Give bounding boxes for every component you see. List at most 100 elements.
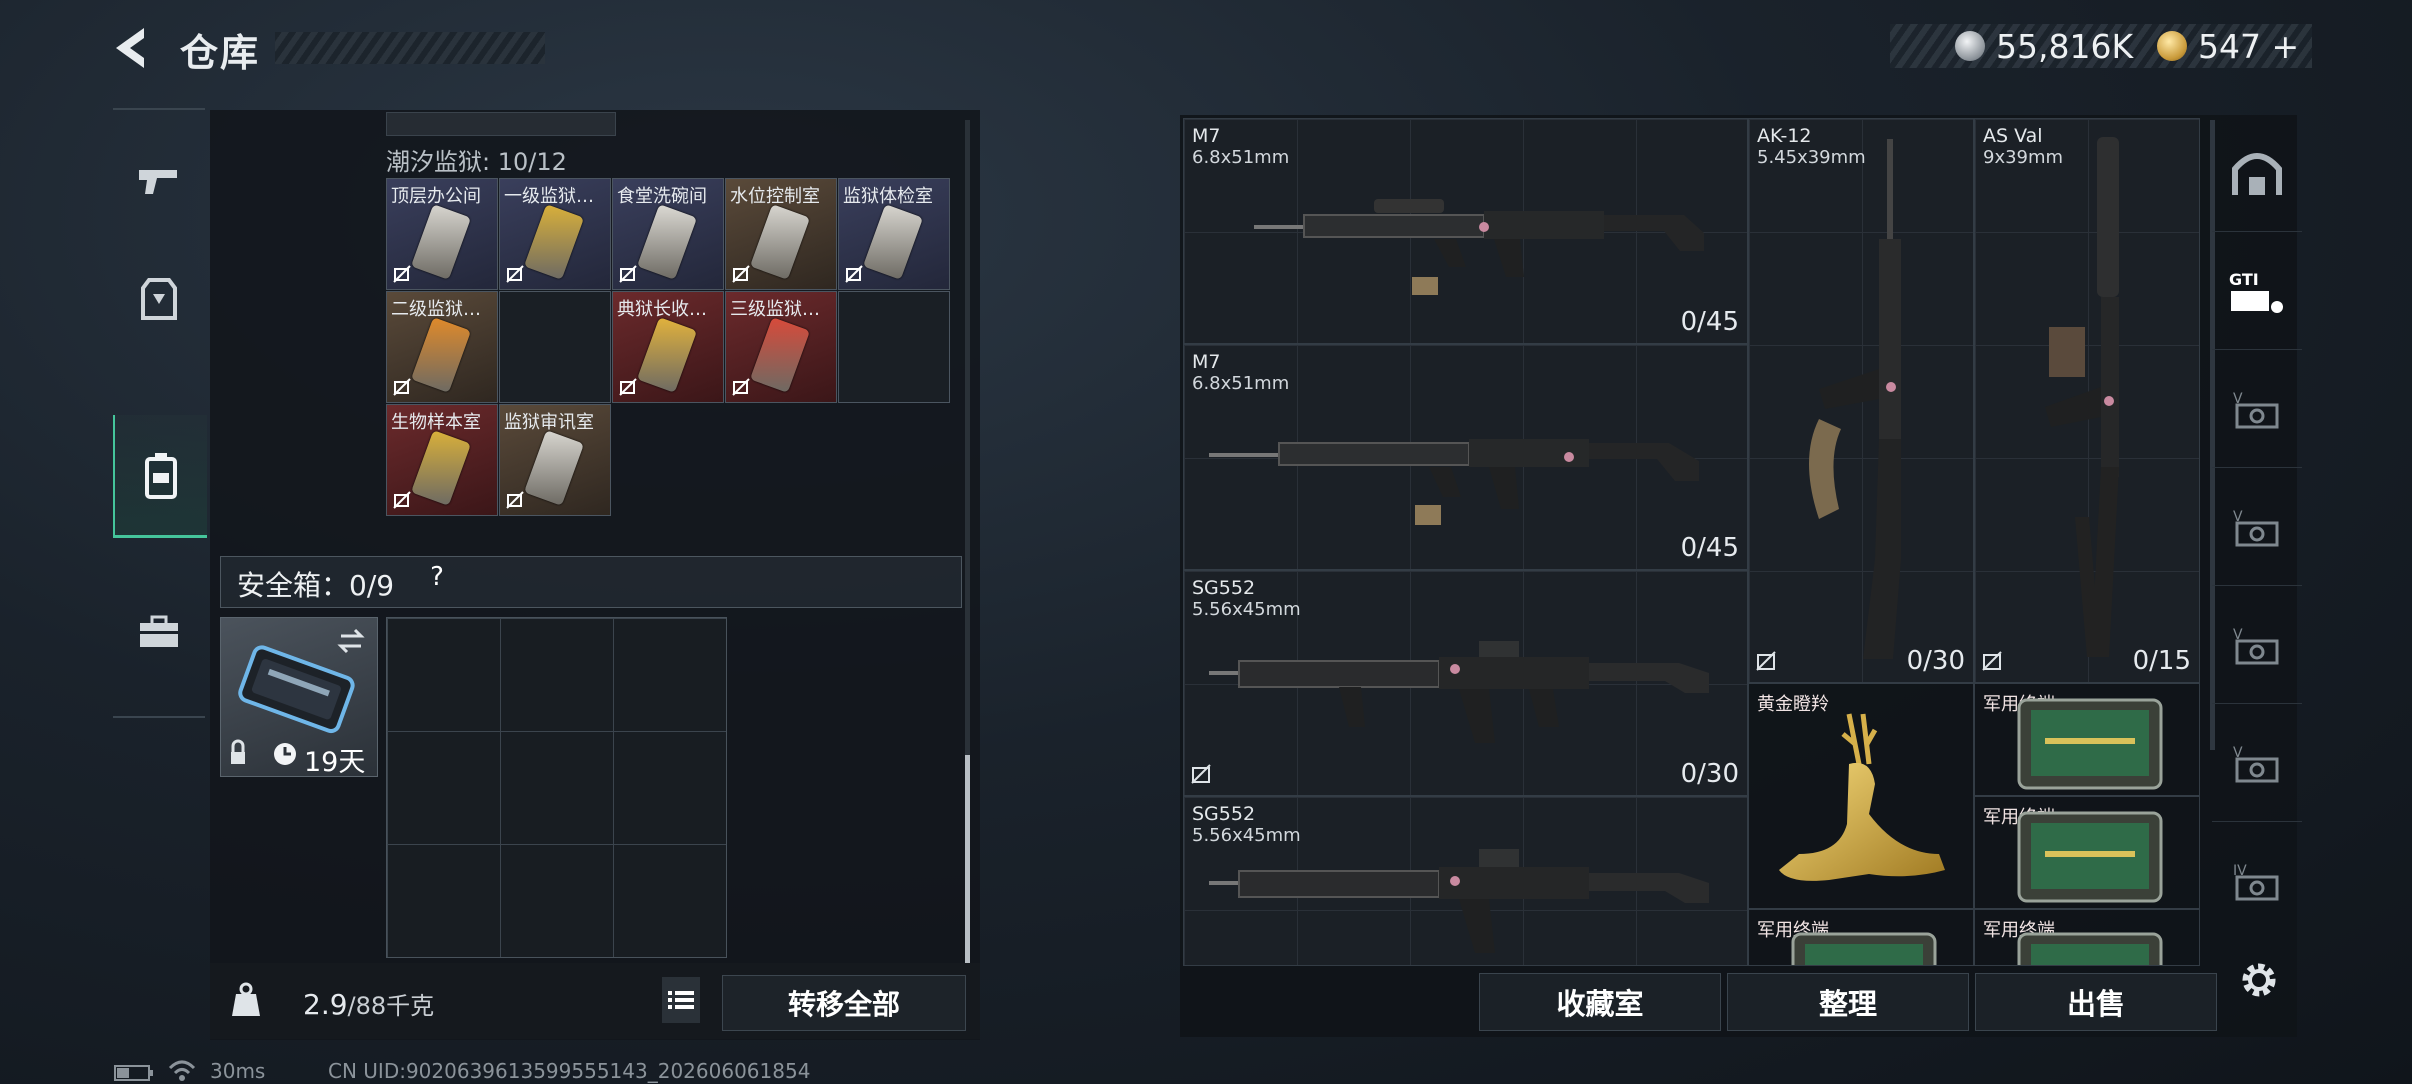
safe-case-duration: 19天: [304, 747, 366, 778]
lock-off-icon: [506, 491, 524, 509]
lock-off-icon: [393, 265, 411, 283]
keycard-slot[interactable]: 生物样本室: [386, 404, 498, 516]
list-view-button[interactable]: [662, 977, 700, 1023]
keycard-name: 二级监狱…: [391, 299, 481, 320]
keycard-slot[interactable]: 监狱审讯室: [499, 404, 611, 516]
gold-add-button[interactable]: +: [2272, 27, 2300, 66]
nav-armor[interactable]: [113, 240, 205, 360]
weapon-name: M7: [1192, 125, 1221, 147]
tier-v-icon: V: [2233, 391, 2279, 429]
keycard-image: [636, 204, 698, 280]
weapon-cell[interactable]: SG552 5.56x45mm 0/30: [1183, 570, 1748, 796]
safebox-label: 安全箱：0/9: [237, 569, 395, 602]
rifle-sg552-image: [1209, 849, 1709, 953]
weight-value: 2.9/88千克: [303, 986, 434, 1021]
side-tab-tier-v-1[interactable]: V: [2212, 351, 2302, 468]
weapon-cell[interactable]: AS Val 9x39mm 0/15: [1974, 118, 2200, 683]
military-terminal-image: [2017, 698, 2163, 790]
title-decoration: [275, 32, 545, 64]
tier-v-icon: V: [2233, 627, 2279, 665]
wifi-icon: [168, 1060, 196, 1081]
keycard-slot[interactable]: 典狱长收…: [612, 291, 724, 403]
lock-off-icon: [393, 491, 411, 509]
treasure-cell[interactable]: 黄金瞪羚: [1748, 683, 1974, 909]
military-terminal-image: [2017, 932, 2163, 965]
collection-room-button[interactable]: 收藏室: [1479, 973, 1721, 1031]
empty-slot[interactable]: [838, 291, 950, 403]
stash-scroll-thumb[interactable]: [965, 755, 970, 965]
weapon-cell[interactable]: AK-12 5.45x39mm 0/30: [1748, 118, 1974, 683]
keycard-name: 水位控制室: [730, 186, 820, 207]
collection-room-icon: [2232, 153, 2282, 195]
weapon-cell[interactable]: M7 6.8x51mm 0/45: [1183, 118, 1748, 344]
nav-backpack[interactable]: [113, 415, 207, 538]
keycard-image: [410, 317, 472, 393]
region-label: 潮汐监狱: 10/12: [386, 148, 567, 176]
weapon-cell[interactable]: SG552 5.56x45mm: [1183, 796, 1748, 966]
side-tab-tier-v-4[interactable]: V: [2212, 705, 2302, 822]
nav-tools[interactable]: [113, 572, 205, 692]
keycard-name: 监狱体检室: [843, 186, 933, 207]
organize-button[interactable]: 整理: [1727, 973, 1969, 1031]
keycard-slot[interactable]: 顶层办公间: [386, 178, 498, 290]
keycard-slot[interactable]: 一级监狱…: [499, 178, 611, 290]
back-button[interactable]: [108, 22, 158, 74]
tier-v-icon: V: [2233, 745, 2279, 783]
pistol-icon: [139, 170, 177, 194]
lock-off-icon: [732, 265, 750, 283]
gold-amount-value: 547: [2198, 27, 2261, 66]
weapon-name: M7: [1192, 351, 1221, 373]
safebox-help-button[interactable]: ?: [422, 562, 452, 596]
side-tabs: GTI V V V V IV: [2212, 115, 2302, 965]
page-title: 仓库: [180, 31, 261, 75]
swap-icon: [337, 628, 365, 654]
backpack-icon: [145, 453, 177, 499]
keycard-name: 监狱审讯室: [504, 412, 594, 433]
weapon-cell[interactable]: M7 6.8x51mm 0/45: [1183, 344, 1748, 570]
user-uid: CN UID:9020639613599555143_202606061854: [328, 1059, 811, 1083]
gold-amount[interactable]: 547 +: [2198, 27, 2299, 66]
military-terminal-image: [2017, 811, 2163, 903]
keycard-slot[interactable]: 监狱体检室: [838, 178, 950, 290]
side-tab-tier-v-3[interactable]: V: [2212, 587, 2302, 704]
keycard-image: [749, 317, 811, 393]
partial-item-row: [386, 112, 616, 136]
keycard-name: 三级监狱…: [730, 299, 820, 320]
nav-weapons[interactable]: [113, 120, 205, 240]
keycard-slot[interactable]: 水位控制室: [725, 178, 837, 290]
weight-current: 2.9: [303, 988, 348, 1021]
keycard-slot[interactable]: 食堂洗碗间: [612, 178, 724, 290]
back-arrow-icon: [116, 28, 144, 68]
side-tab-gti[interactable]: GTI: [2212, 233, 2302, 350]
lock-off-icon: [732, 378, 750, 396]
transfer-all-button[interactable]: 转移全部: [722, 975, 966, 1031]
keycard-slot[interactable]: 三级监狱…: [725, 291, 837, 403]
side-tab-tier-v-2[interactable]: V: [2212, 469, 2302, 586]
rifle-m7-image: [1254, 199, 1704, 295]
settings-gear-icon[interactable]: [2235, 956, 2283, 1004]
sell-button[interactable]: 出售: [1975, 973, 2217, 1031]
side-tab-tier-iv[interactable]: IV: [2212, 823, 2302, 939]
side-tab-collection[interactable]: [2212, 115, 2302, 232]
gold-coin-icon: [2157, 31, 2187, 61]
battery-icon: [114, 1065, 153, 1081]
silver-coin-icon: [1955, 31, 1985, 61]
keycard-image: [862, 204, 924, 280]
ammo-count: 0/30: [1906, 646, 1965, 676]
empty-slot[interactable]: [499, 291, 611, 403]
keycard-name: 食堂洗碗间: [617, 186, 707, 207]
treasure-cell[interactable]: 军用终端: [1974, 796, 2200, 909]
treasure-cell[interactable]: 军用终端: [1974, 909, 2200, 966]
lock-off-icon: [393, 378, 411, 396]
lock-off-icon: [1982, 651, 2002, 671]
keycard-name: 典狱长收…: [617, 299, 707, 320]
lock-off-icon: [619, 378, 637, 396]
treasure-cell[interactable]: 军用终端: [1974, 683, 2200, 796]
safebox-grid[interactable]: [386, 617, 727, 958]
rifle-ak12-image: [1809, 139, 1901, 659]
armor-icon: [141, 278, 177, 320]
lock-off-icon: [619, 265, 637, 283]
keycard-name: 一级监狱…: [504, 186, 594, 207]
treasure-cell[interactable]: 军用终端: [1748, 909, 1974, 966]
keycard-slot[interactable]: 二级监狱…: [386, 291, 498, 403]
